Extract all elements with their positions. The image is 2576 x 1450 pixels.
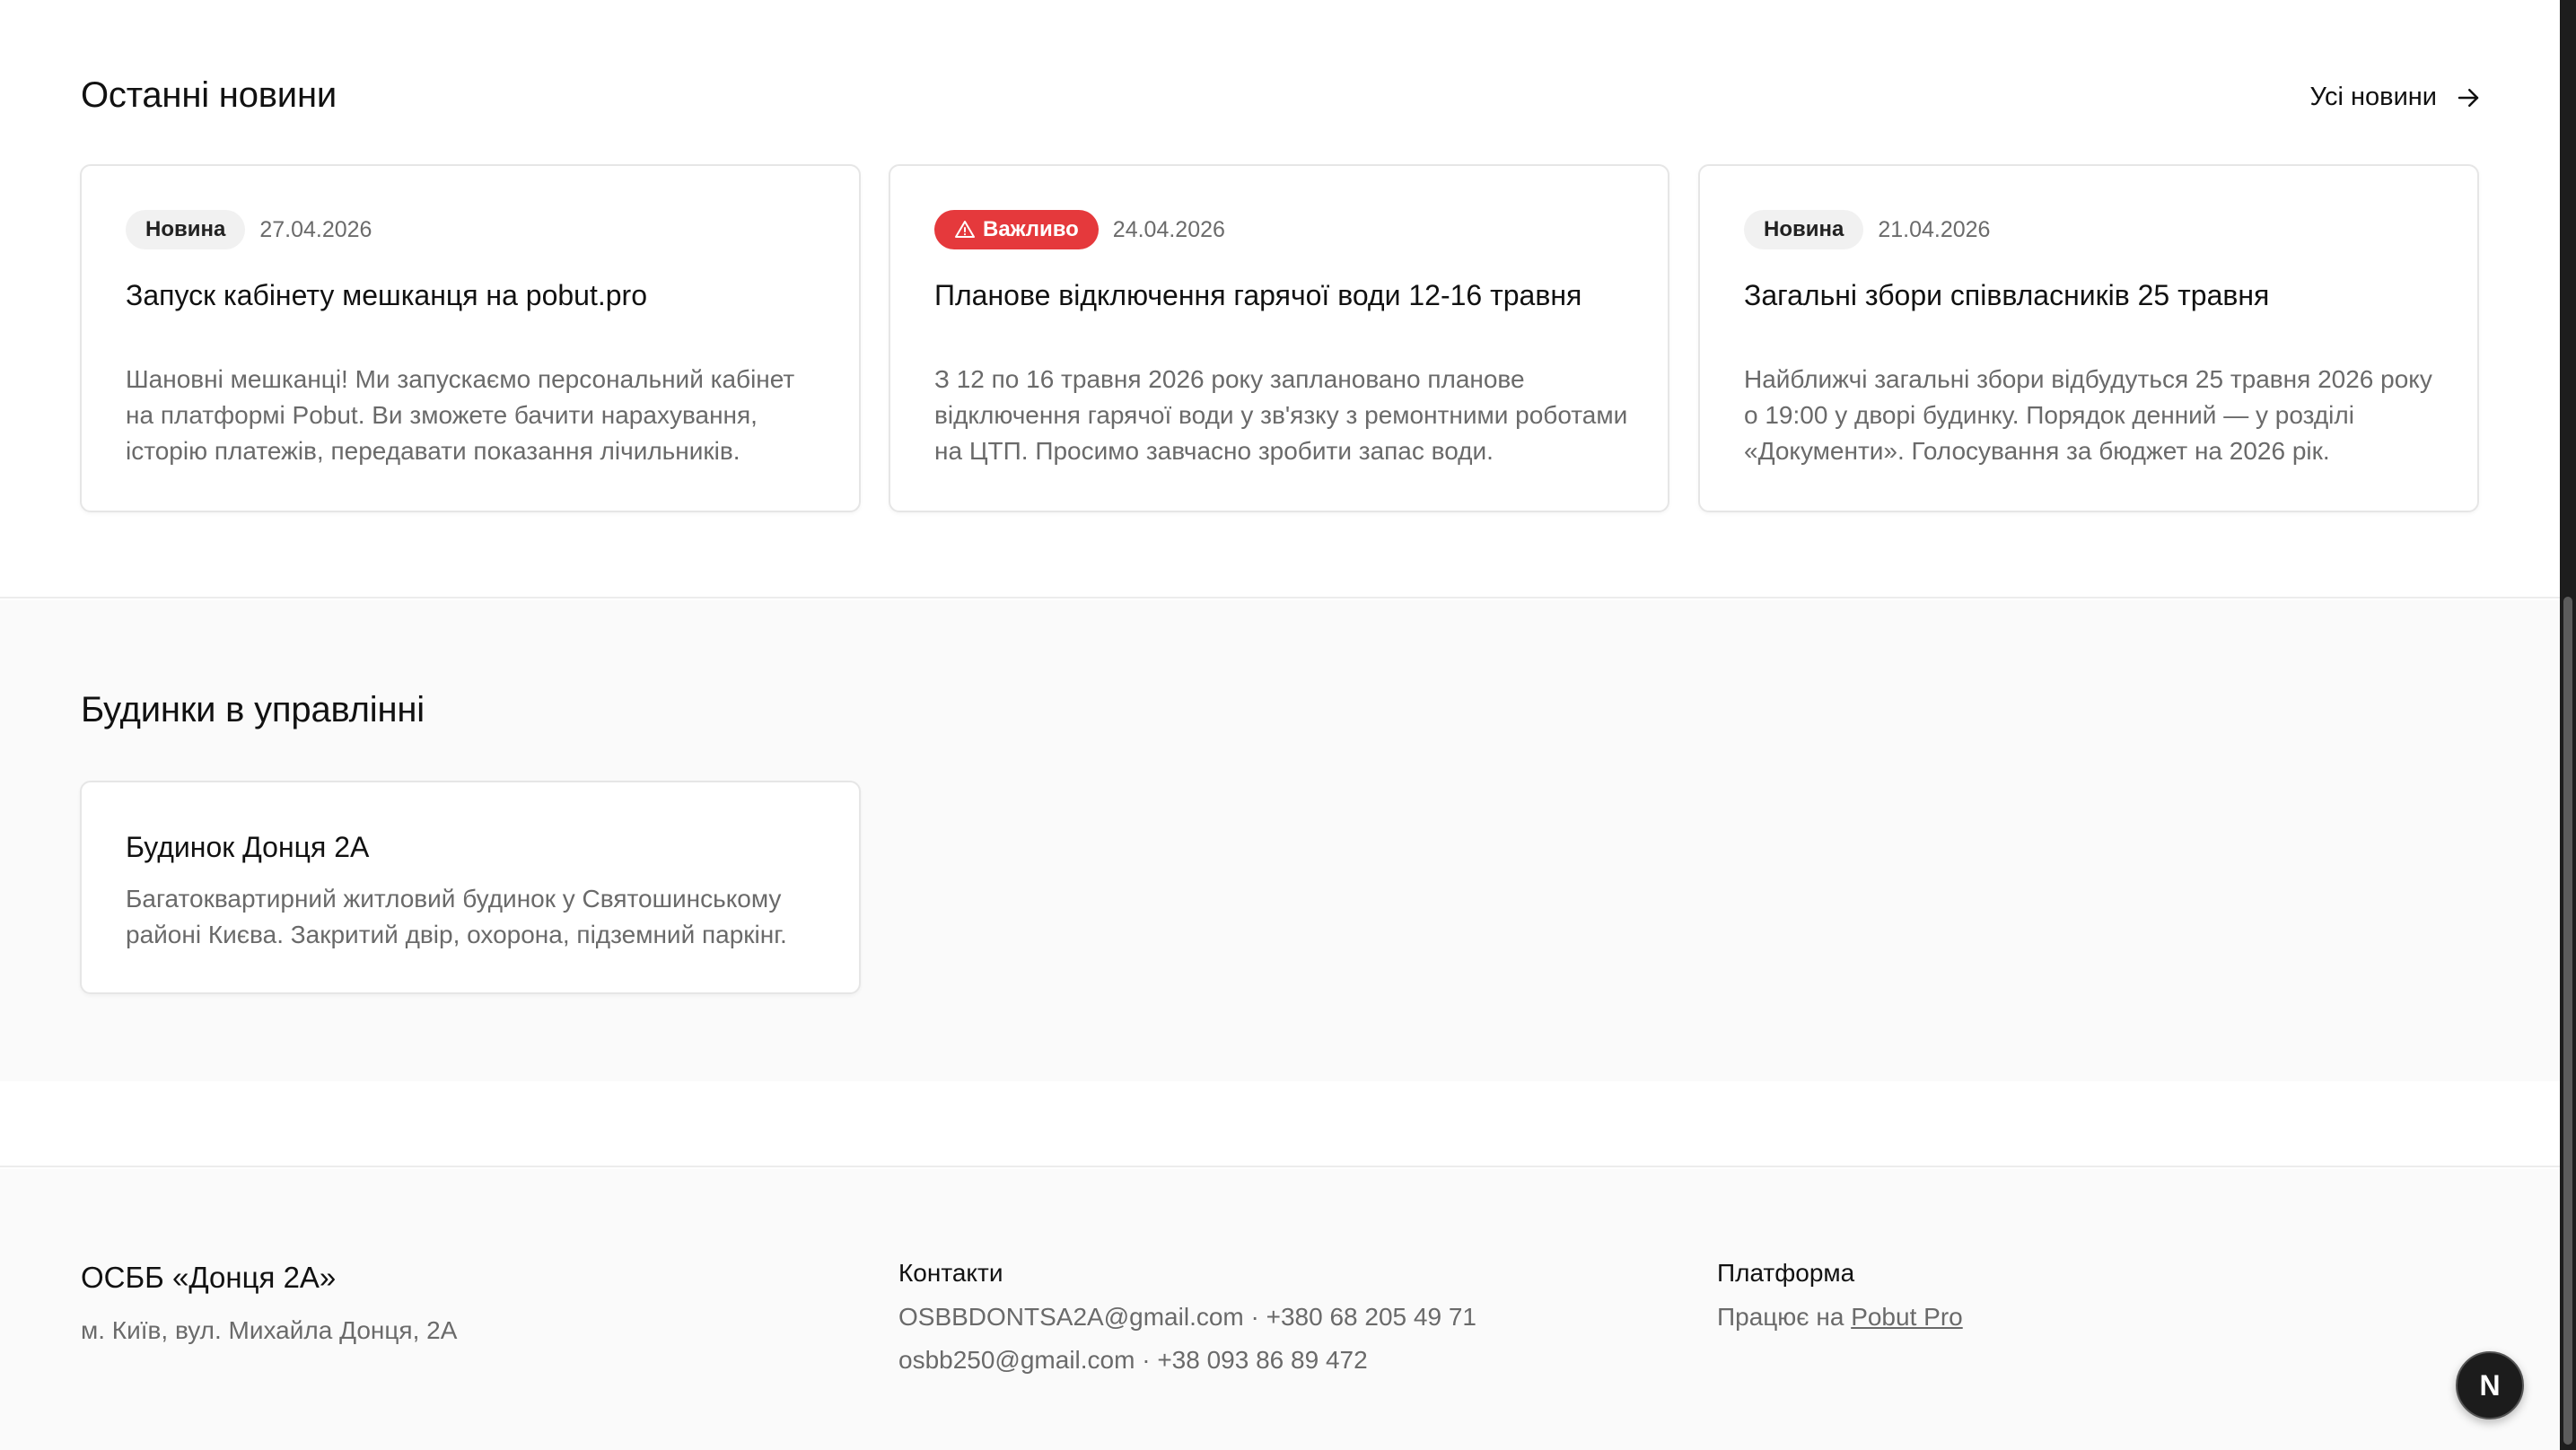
- all-news-label: Усі новини: [2309, 83, 2437, 111]
- footer-contact-line: osbb250@gmail.com · +38 093 86 89 472: [898, 1346, 1368, 1374]
- buildings-section-title: Будинки в управлінні: [81, 690, 425, 729]
- news-card[interactable]: Важливо 24.04.2026 Планове відключення г…: [889, 164, 1669, 512]
- news-card-meta: Новина 21.04.2026: [1744, 210, 1990, 249]
- news-card[interactable]: Новина 21.04.2026 Загальні збори співвла…: [1698, 164, 2479, 512]
- building-card[interactable]: Будинок Донця 2А Багатоквартирний житлов…: [80, 781, 861, 994]
- news-date: 27.04.2026: [259, 216, 372, 242]
- news-card-excerpt: З 12 по 16 травня 2026 року заплановано …: [934, 365, 1628, 465]
- footer-contacts-column: Контакти OSBBDONTSA2A@gmail.com · +380 6…: [898, 1259, 1476, 1374]
- footer-org-column: ОСББ «Донця 2А» м. Київ, вул. Михайла До…: [81, 1259, 457, 1345]
- footer-platform-line: Працює на Pobut Pro: [1717, 1304, 1963, 1331]
- footer-address: м. Київ, вул. Михайла Донця, 2А: [81, 1316, 458, 1344]
- news-card-title: Планове відключення гарячої води 12-16 т…: [934, 279, 1582, 311]
- section-divider: [0, 1081, 2560, 1167]
- news-card-title: Запуск кабінету мешканця на pobut.pro: [126, 279, 647, 311]
- all-news-link[interactable]: Усі новини: [2310, 83, 2482, 112]
- next-dev-indicator-button[interactable]: N: [2456, 1351, 2524, 1419]
- arrow-right-icon: [2458, 88, 2479, 107]
- news-date: 24.04.2026: [1112, 216, 1225, 242]
- news-badge: Новина: [126, 210, 246, 249]
- buildings-section: Будинки в управлінні Будинок Донця 2А Ба…: [0, 600, 2560, 1081]
- footer-platform-column: Платформа Працює на Pobut Pro: [1717, 1259, 1963, 1331]
- news-badge-label: Важливо: [983, 217, 1079, 241]
- footer-platform-heading: Платформа: [1717, 1259, 1855, 1287]
- warning-triangle-icon: [955, 221, 975, 238]
- scrollbar-thumb[interactable]: [2563, 597, 2572, 1445]
- news-section: Останні новини Усі новини Новина 27.04.2…: [0, 0, 2560, 598]
- news-card-excerpt: Шановні мешканці! Ми запускаємо персонал…: [126, 365, 795, 465]
- news-badge: Новина: [1744, 210, 1864, 249]
- footer-contact-line: OSBBDONTSA2A@gmail.com · +380 68 205 49 …: [898, 1303, 1476, 1331]
- page: Останні новини Усі новини Новина 27.04.2…: [0, 0, 2560, 1450]
- news-card-meta: Важливо 24.04.2026: [934, 210, 1225, 249]
- scrollbar[interactable]: [2560, 0, 2576, 1450]
- pobut-pro-link[interactable]: Pobut Pro: [1851, 1303, 1963, 1331]
- footer-platform-prefix: Працює на: [1717, 1303, 1852, 1331]
- building-description: Багатоквартирний житловий будинок у Свят…: [126, 885, 787, 948]
- news-date: 21.04.2026: [1878, 216, 1991, 242]
- footer-contacts-heading: Контакти: [898, 1259, 1003, 1287]
- building-name: Будинок Донця 2А: [126, 831, 370, 863]
- news-card-title: Загальні збори співвласників 25 травня: [1744, 279, 2270, 311]
- news-card-excerpt: Найближчі загальні збори відбудуться 25 …: [1744, 365, 2432, 465]
- footer-org-name: ОСББ «Донця 2А»: [81, 1261, 337, 1294]
- news-card-meta: Новина 27.04.2026: [126, 210, 372, 249]
- news-section-title: Останні новини: [81, 75, 337, 115]
- news-badge-important: Важливо: [934, 210, 1099, 249]
- footer: ОСББ «Донця 2А» м. Київ, вул. Михайла До…: [0, 1169, 2560, 1450]
- news-card[interactable]: Новина 27.04.2026 Запуск кабінету мешкан…: [80, 164, 861, 512]
